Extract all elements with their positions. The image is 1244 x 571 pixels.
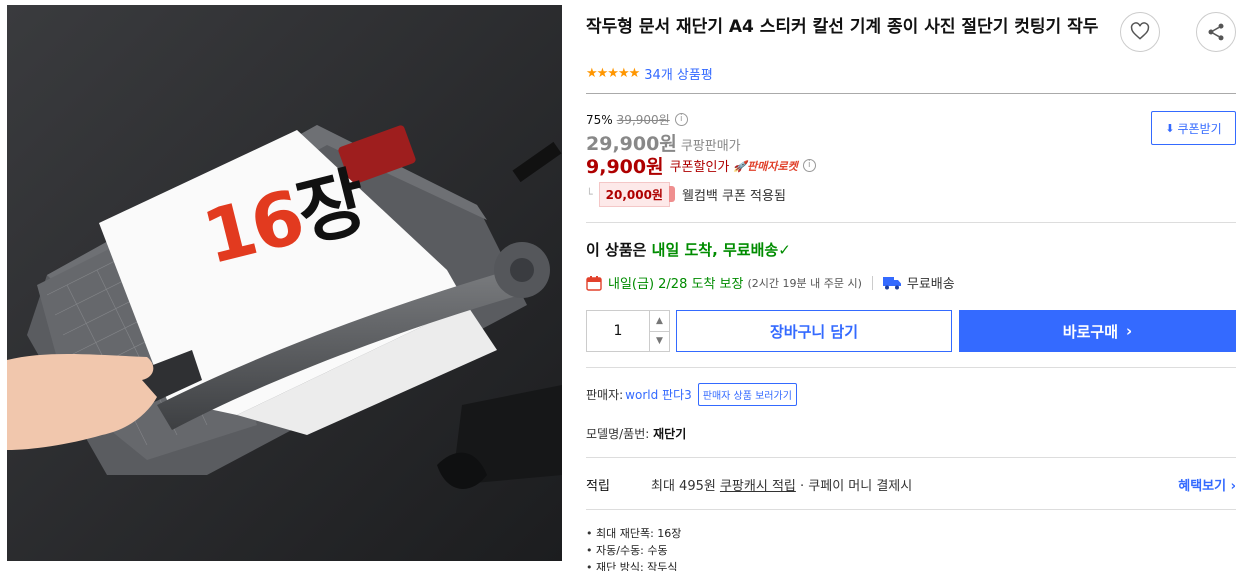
rating-row: ★★★★★ 34개 상품평 [586,64,713,83]
check-icon: ✓ [778,241,791,259]
divider [586,222,1236,223]
download-icon: ⬇ [1165,121,1175,135]
seller-rocket-badge: 🚀판매자로켓 [733,159,798,173]
buy-now-button[interactable]: 바로구매 › [959,310,1236,352]
chevron-right-icon: › [1126,322,1133,340]
arrival-note: (2시간 19분 내 주문 시) [747,276,862,290]
seller-row: 판매자: world 판다3 판매자 상품 보러가기 [586,383,797,406]
coupon-price-label: 쿠폰할인가 [669,160,730,175]
arrival-date: 내일(금) 2/28 도착 보장 [608,277,744,292]
seller-name-link[interactable]: world 판다3 [625,386,692,403]
product-info-panel: 작두형 문서 재단기 A4 스티커 칼선 기계 종이 사진 절단기 컷팅기 작두… [586,0,1236,571]
spec-item: 최대 재단폭: 16장 [586,525,681,542]
review-count-link[interactable]: 34개 상품평 [644,64,713,83]
coupang-cash-link[interactable]: 쿠팡캐시 적립 [720,479,796,494]
divider [586,93,1236,94]
quantity-stepper-buttons: ▲ ▼ [649,311,669,351]
model-label: 모델명/품번: [586,427,650,441]
chevron-up-icon: ▲ [656,315,663,326]
product-title: 작두형 문서 재단기 A4 스티커 칼선 기계 종이 사진 절단기 컷팅기 작두 [586,17,1099,37]
original-price: 39,900원 [616,113,670,127]
divider [586,509,1236,510]
reward-label: 적립 [586,479,610,494]
welcome-coupon-text: 웰컴백 쿠폰 적용됨 [681,189,786,204]
reward-text: 최대 495원 쿠팡캐시 적립 · 쿠페이 머니 결제시 [651,479,913,494]
quantity-increase-button[interactable]: ▲ [650,311,669,332]
quantity-input[interactable] [587,311,649,351]
heart-icon [1130,22,1150,40]
welcome-coupon-amount: 20,000원 [598,182,676,207]
coupon-price: 9,900원 [586,156,664,178]
coupon-download-label: 쿠폰받기 [1177,121,1222,136]
seller-store-link[interactable]: 판매자 상품 보러가기 [697,383,797,406]
buy-now-label: 바로구매 [1062,322,1118,341]
seller-label: 판매자: [586,388,624,402]
coupon-price-row: 9,900원 쿠폰할인가 🚀판매자로켓 i [586,152,816,179]
model-row: 모델명/품번: 재단기 [586,425,686,442]
model-value: 재단기 [653,427,687,441]
chevron-down-icon: ▼ [656,336,663,347]
add-to-cart-button[interactable]: 장바구니 담기 [676,310,952,352]
spec-item: 재단 방식: 작두식 [586,559,681,571]
discount-row: 75% 39,900원 i [586,111,688,128]
reward-row: 적립 최대 495원 쿠팡캐시 적립 · 쿠페이 머니 결제시 혜택보기 › [586,475,1236,494]
delivery-highlight: 내일 도착, 무료배송 [651,241,779,259]
share-button[interactable] [1196,12,1236,52]
rocket-icon: 🚀 [733,159,748,173]
quantity-stepper: ▲ ▼ [586,310,670,352]
price-info-icon[interactable]: i [674,113,688,126]
quantity-decrease-button[interactable]: ▼ [650,332,669,352]
add-to-cart-label: 장바구니 담기 [769,322,859,341]
delivery-headline: 이 상품은 내일 도착, 무료배송✓ [586,241,791,259]
wishlist-button[interactable] [1120,12,1160,52]
discount-rate: 75% [586,112,613,127]
free-shipping-label: 무료배송 [906,277,955,292]
product-image[interactable]: 16장 [7,5,562,561]
paper-cutter-illustration [7,5,562,561]
share-icon [1208,23,1224,41]
benefit-view-link[interactable]: 혜택보기 › [1178,475,1236,494]
spec-item: 자동/수동: 수동 [586,542,681,559]
coupon-info-icon[interactable]: i [802,159,816,172]
divider [871,275,873,290]
coupon-download-button[interactable]: ⬇ 쿠폰받기 [1151,111,1236,145]
welcome-coupon-row: └ 20,000원 웰컴백 쿠폰 적용됨 [586,182,786,207]
divider [586,367,1236,368]
corner-arrow-icon: └ [586,188,593,201]
calendar-icon [586,275,602,291]
divider [586,457,1236,458]
arrival-row: 내일(금) 2/28 도착 보장 (2시간 19분 내 주문 시) 무료배송 [586,273,955,292]
spec-list: 최대 재단폭: 16장 자동/수동: 수동 재단 방식: 작두식 [586,525,681,571]
rating-stars: ★★★★★ [586,66,640,81]
truck-icon [882,276,901,289]
